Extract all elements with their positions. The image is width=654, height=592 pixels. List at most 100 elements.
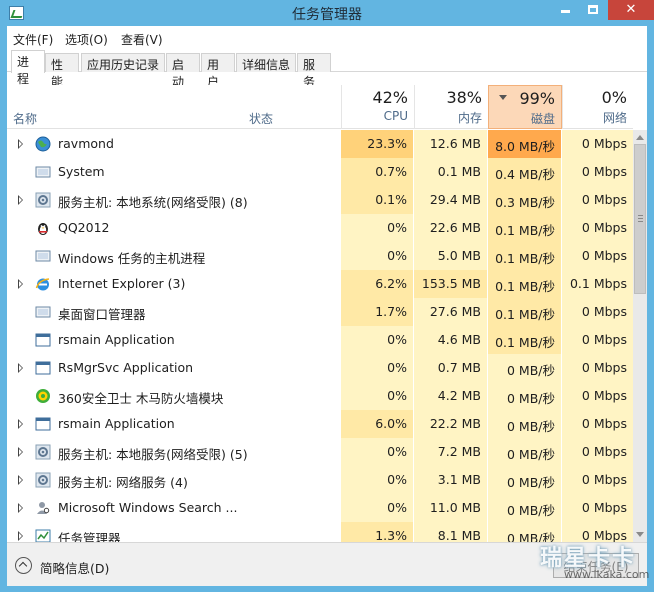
process-row[interactable]: 服务主机: 本地服务(网络受限) (5) 0% 7.2 MB 0 MB/秒 0 Mbps [7,438,633,466]
gear-icon [35,444,51,460]
expand-chevron-icon[interactable] [18,139,23,149]
memory-value: 4.6 MB [414,326,487,354]
process-row[interactable]: RsMgrSvc Application 0% 0.7 MB 0 MB/秒 0 Mbps [7,354,633,382]
memory-value: 11.0 MB [414,494,487,522]
network-value: 0 Mbps [562,438,633,466]
process-name: Windows 任务的主机进程 [58,251,206,266]
memory-value: 12.6 MB [414,130,487,158]
tab-app-history[interactable]: 应用历史记录 [81,53,165,72]
process-row[interactable]: QQ2012 0% 22.6 MB 0.1 MB/秒 0 Mbps [7,214,633,242]
expand-chevron-icon[interactable] [18,363,23,373]
disk-value: 0.1 MB/秒 [488,326,561,354]
process-name: 桌面窗口管理器 [58,307,146,322]
scrollbar-thumb[interactable] [634,144,646,294]
column-status[interactable]: 状态 [249,110,273,127]
network-value: 0 Mbps [562,382,633,410]
collapse-up-icon[interactable] [15,557,32,574]
tab-startup[interactable]: 启动 [166,53,200,89]
cpu-value: 0% [341,466,413,494]
menu-file[interactable]: 文件(F) [13,31,53,48]
network-value: 0 Mbps [562,298,633,326]
memory-value: 5.0 MB [414,242,487,270]
column-name[interactable]: 名称 [13,110,37,127]
menu-view[interactable]: 查看(V) [121,31,163,48]
cpu-value: 0% [341,382,413,410]
process-name: 服务主机: 网络服务 (4) [58,475,188,490]
process-row[interactable]: Microsoft Windows Search ... 0% 11.0 MB 0 M… [7,494,633,522]
cpu-value: 0% [341,214,413,242]
process-row[interactable]: System 0.7% 0.1 MB 0.4 MB/秒 0 Mbps [7,158,633,186]
column-network[interactable]: 0% 网络 [562,85,633,129]
disk-value: 8.0 MB/秒 [488,130,561,158]
tab-details[interactable]: 详细信息 [236,53,296,72]
process-name: rsmain Application [58,416,175,431]
process-row[interactable]: 360安全卫士 木马防火墙模块 0% 4.2 MB 0 MB/秒 0 Mbps [7,382,633,410]
process-row[interactable]: Windows 任务的主机进程 0% 5.0 MB 0.1 MB/秒 0 Mbps [7,242,633,270]
fewer-details-link[interactable]: 简略信息(D) [40,558,109,577]
penguin-icon [35,220,51,236]
tab-processes[interactable]: 进程 [11,50,45,86]
disk-value: 0 MB/秒 [488,522,561,542]
minimize-button[interactable] [552,0,578,20]
column-memory[interactable]: 38% 内存 [414,85,488,129]
expand-chevron-icon[interactable] [18,503,23,513]
cpu-value: 0.7% [341,158,413,186]
menu-bar: 文件(F) 选项(O) 查看(V) [7,26,647,50]
process-row[interactable]: rsmain Application 0% 4.6 MB 0.1 MB/秒 0 Mbps [7,326,633,354]
network-value: 0 Mbps [562,494,633,522]
network-total-percent: 0% [601,88,627,107]
memory-value: 27.6 MB [414,298,487,326]
network-value: 0 Mbps [562,466,633,494]
expand-chevron-icon[interactable] [18,475,23,485]
window-icon [35,304,51,320]
title-bar[interactable]: 任务管理器 ✕ [0,0,654,26]
process-row[interactable]: ravmond 23.3% 12.6 MB 8.0 MB/秒 0 Mbps [7,130,633,158]
tab-users[interactable]: 用户 [201,53,235,89]
network-label: 网络 [602,111,627,125]
cpu-value: 0% [341,438,413,466]
app-window-icon [35,332,51,348]
close-button[interactable]: ✕ [608,0,654,20]
app-window-icon [35,360,51,376]
memory-value: 0.1 MB [414,158,487,186]
network-value: 0 Mbps [562,130,633,158]
disk-value: 0 MB/秒 [488,466,561,494]
cpu-value: 0% [341,494,413,522]
process-row[interactable]: 服务主机: 本地系统(网络受限) (8) 0.1% 29.4 MB 0.3 MB/秒 0… [7,186,633,214]
tab-services[interactable]: 服务 [297,53,331,89]
gear-icon [35,192,51,208]
menu-options[interactable]: 选项(O) [65,31,108,48]
cpu-value: 1.7% [341,298,413,326]
minimize-icon [560,10,570,13]
tab-bar: 进程 性能 应用历史记录 启动 用户 详细信息 服务 [7,50,647,89]
vertical-scrollbar[interactable] [633,130,647,542]
process-row[interactable]: 任务管理器 1.3% 8.1 MB 0 MB/秒 0 Mbps [7,522,633,542]
process-row[interactable]: rsmain Application 6.0% 22.2 MB 0 MB/秒 0 Mbp… [7,410,633,438]
maximize-icon [588,5,598,14]
memory-value: 8.1 MB [414,522,487,542]
expand-chevron-icon[interactable] [18,279,23,289]
cpu-value: 1.3% [341,522,413,542]
expand-chevron-icon[interactable] [18,419,23,429]
process-row[interactable]: Internet Explorer (3) 6.2% 153.5 MB 0.1 MB/… [7,270,633,298]
process-row[interactable]: 桌面窗口管理器 1.7% 27.6 MB 0.1 MB/秒 0 Mbps [7,298,633,326]
taskmgr-icon [35,528,51,542]
memory-value: 22.2 MB [414,410,487,438]
column-disk[interactable]: 99% 磁盘 [488,85,562,129]
column-cpu[interactable]: 42% CPU [341,85,414,129]
memory-value: 4.2 MB [414,382,487,410]
network-value: 0 Mbps [562,158,633,186]
window-body: 文件(F) 选项(O) 查看(V) 进程 性能 应用历史记录 启动 用户 详细信… [7,26,647,586]
maximize-button[interactable] [580,0,606,20]
process-row[interactable]: 服务主机: 网络服务 (4) 0% 3.1 MB 0 MB/秒 0 Mbps [7,466,633,494]
memory-value: 3.1 MB [414,466,487,494]
expand-chevron-icon[interactable] [18,195,23,205]
process-name: rsmain Application [58,332,175,347]
expand-chevron-icon[interactable] [18,447,23,457]
tab-performance[interactable]: 性能 [45,53,79,89]
scroll-up-icon[interactable] [636,135,644,140]
expand-chevron-icon[interactable] [18,531,23,541]
scroll-down-icon[interactable] [636,532,644,537]
memory-value: 29.4 MB [414,186,487,214]
process-name: ravmond [58,136,114,151]
